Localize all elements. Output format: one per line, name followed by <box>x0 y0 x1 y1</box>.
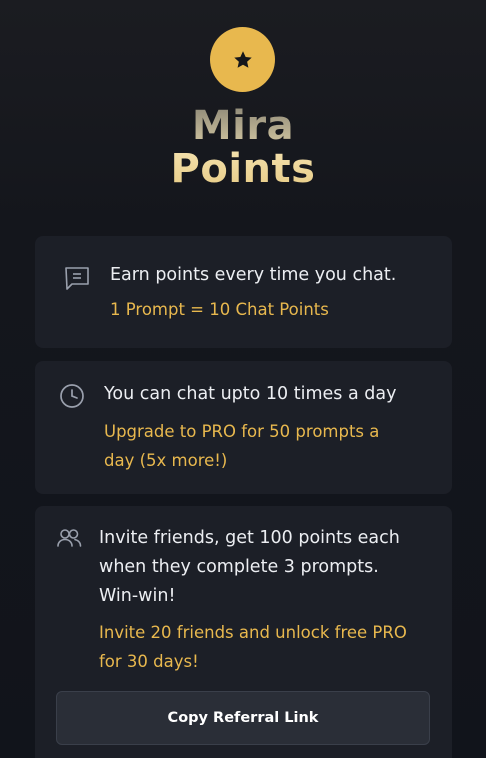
copy-referral-link-button[interactable]: Copy Referral Link <box>56 691 430 745</box>
star-icon <box>233 50 252 68</box>
earn-points-card: Earn points every time you chat. 1 Promp… <box>35 236 452 348</box>
points-page: Mira Points Earn points every time you c… <box>0 0 486 758</box>
clock-icon <box>58 382 86 410</box>
earn-points-text: Earn points every time you chat. <box>110 265 397 285</box>
users-icon <box>55 524 83 552</box>
pro-offer-line2: for 30 days! <box>99 652 199 671</box>
page-title-line2: Points <box>0 146 486 192</box>
invite-friends-card: Invite friends, get 100 points each when… <box>35 506 452 758</box>
daily-limit-text: You can chat upto 10 times a day <box>104 384 397 404</box>
prompt-points-text: 1 Prompt = 10 Chat Points <box>110 300 329 319</box>
invite-text-line3: Win-win! <box>99 586 176 606</box>
upgrade-text-line1: Upgrade to PRO for 50 prompts a <box>104 422 380 441</box>
pro-offer-line1: Invite 20 friends and unlock free PRO <box>99 623 407 642</box>
points-logo <box>210 27 275 92</box>
upgrade-text-line2: day (5x more!) <box>104 451 228 470</box>
daily-limit-card: You can chat upto 10 times a day Upgrade… <box>35 361 452 494</box>
page-title-line1: Mira <box>0 103 486 149</box>
invite-text-line2: when they complete 3 prompts. <box>99 557 379 577</box>
message-icon <box>63 264 91 292</box>
invite-text-line1: Invite friends, get 100 points each <box>99 528 400 548</box>
